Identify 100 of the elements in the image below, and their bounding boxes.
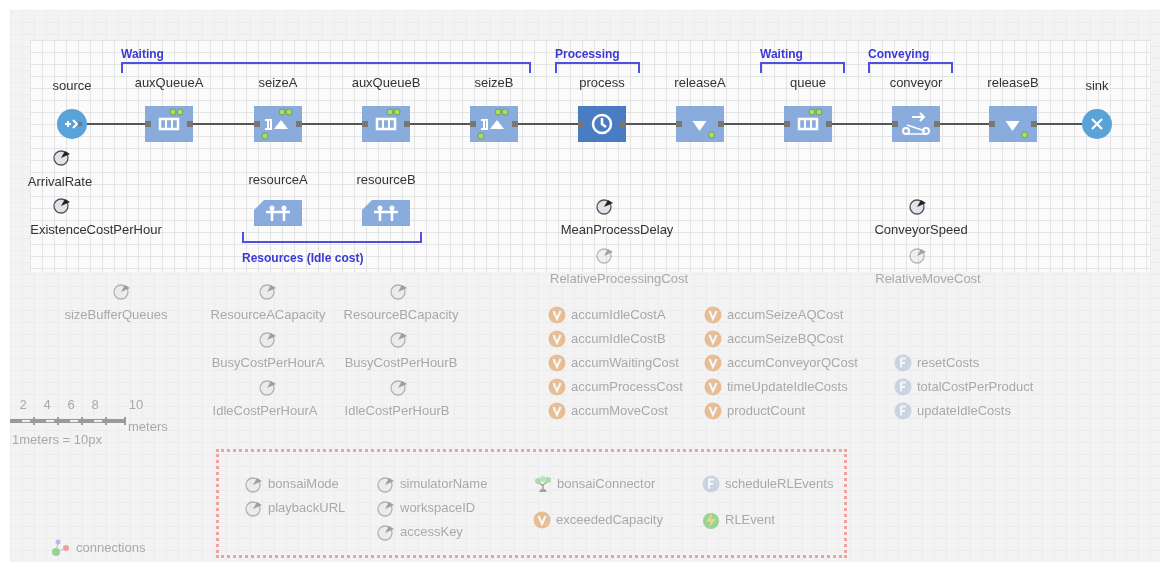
parameter-icon	[377, 499, 395, 517]
parameter-icon	[53, 196, 71, 214]
parameter-label: ConveyorSpeed	[874, 222, 968, 238]
parameter-label: RelativeProcessingCost	[550, 271, 688, 287]
group-label: Conveying	[868, 47, 930, 61]
block-label: seizeA	[258, 75, 298, 91]
block-label: queue	[789, 75, 827, 91]
element-label: RLEvent	[725, 511, 775, 529]
conveyor-block[interactable]	[892, 106, 940, 142]
parameter-icon	[390, 330, 408, 348]
block-label: auxQueueB	[351, 75, 421, 91]
scale-tick-label: 6	[67, 397, 75, 413]
element-label: accumWaitingCost	[571, 354, 679, 372]
seize-block[interactable]	[254, 106, 302, 142]
element-label: accumConveyorQCost	[727, 354, 858, 372]
release-icon	[692, 120, 715, 139]
element-label: simulatorName	[400, 475, 488, 493]
connections-icon	[51, 539, 71, 557]
parameter-label: ExistenceCostPerHour	[30, 222, 162, 238]
variable-icon	[548, 354, 566, 372]
group-label: Waiting	[121, 47, 164, 61]
tree-icon	[534, 475, 552, 493]
element-label: accessKey	[400, 523, 463, 541]
variable-icon	[533, 511, 551, 529]
element-label: accumSeizeAQCost	[727, 306, 844, 324]
parameter-label: IdleCostPerHourB	[344, 403, 450, 419]
parameter-icon	[259, 282, 277, 300]
element-label: bonsaiConnector	[557, 475, 656, 493]
element-label: playbackURL	[268, 499, 346, 517]
parameter-label: ResourceBCapacity	[343, 307, 459, 323]
element-label: productCount	[727, 402, 806, 420]
element-label: accumProcessCost	[571, 378, 683, 396]
parameter-icon	[245, 499, 263, 517]
element-label: exceededCapacity	[556, 511, 663, 529]
release-icon	[1005, 120, 1028, 139]
variable-icon	[704, 378, 722, 396]
connector-line	[193, 123, 254, 125]
block-label: source	[52, 78, 92, 94]
parameter-label: BusyCostPerHourA	[211, 355, 325, 371]
queue-block[interactable]	[784, 106, 832, 142]
parameter-label: sizeBufferQueues	[64, 307, 168, 323]
variable-icon	[548, 306, 566, 324]
parameter-icon	[259, 330, 277, 348]
function-icon	[702, 475, 720, 493]
parameter-icon	[909, 246, 927, 264]
block-label: process	[579, 75, 625, 91]
scale-unit: meters	[128, 419, 168, 435]
resource-pool-block[interactable]	[254, 200, 302, 226]
queue-block[interactable]	[362, 106, 410, 142]
parameter-icon	[596, 246, 614, 264]
parameter-icon	[113, 282, 131, 300]
seize-icon	[260, 106, 296, 142]
parameter-icon	[245, 475, 263, 493]
group-label: Resources (Idle cost)	[242, 251, 364, 265]
delay-block[interactable]	[578, 106, 626, 142]
parameter-icon	[909, 197, 927, 215]
release-block[interactable]	[676, 106, 724, 142]
variable-icon	[704, 306, 722, 324]
element-label: bonsaiMode	[268, 475, 339, 493]
variable-icon	[704, 354, 722, 372]
seize-icon	[476, 106, 512, 142]
connector-line	[302, 123, 362, 125]
function-icon	[894, 402, 912, 420]
resource-label: resourceB	[356, 172, 416, 188]
element-label: accumMoveCost	[571, 402, 668, 420]
element-label: accumSeizeBQCost	[727, 330, 844, 348]
connector-line	[626, 123, 676, 125]
release-block[interactable]	[989, 106, 1037, 142]
people-icon	[371, 204, 401, 222]
parameter-label: IdleCostPerHourA	[212, 403, 318, 419]
lightning-icon	[702, 510, 720, 530]
scale-tick-label: 8	[91, 397, 99, 413]
parameter-label: BusyCostPerHourB	[344, 355, 458, 371]
element-label: timeUpdateIdleCosts	[727, 378, 848, 396]
connector-line	[724, 123, 784, 125]
parameter-icon	[390, 378, 408, 396]
parameter-label: RelativeMoveCost	[875, 271, 981, 287]
scale-tick-label: 10	[128, 397, 144, 413]
block-label: auxQueueA	[134, 75, 204, 91]
resource-pool-block[interactable]	[362, 200, 410, 226]
parameter-label: ResourceACapacity	[210, 307, 326, 323]
scale-tick-label: 2	[19, 397, 27, 413]
element-label: resetCosts	[917, 354, 980, 372]
queue-block[interactable]	[145, 106, 193, 142]
variable-icon	[548, 378, 566, 396]
parameter-icon	[390, 282, 408, 300]
seize-block[interactable]	[470, 106, 518, 142]
element-label: workspaceID	[400, 499, 476, 517]
connector-line	[410, 123, 470, 125]
block-label: releaseA	[674, 75, 726, 91]
scale-tick-label: 4	[43, 397, 51, 413]
variable-icon	[548, 330, 566, 348]
connector-line	[832, 123, 892, 125]
parameter-icon	[377, 523, 395, 541]
parameter-icon	[259, 378, 277, 396]
source-icon	[62, 117, 82, 131]
element-label: updateIdleCosts	[917, 402, 1011, 420]
element-label: totalCostPerProduct	[917, 378, 1034, 396]
function-icon	[894, 354, 912, 372]
block-label: conveyor	[889, 75, 943, 91]
